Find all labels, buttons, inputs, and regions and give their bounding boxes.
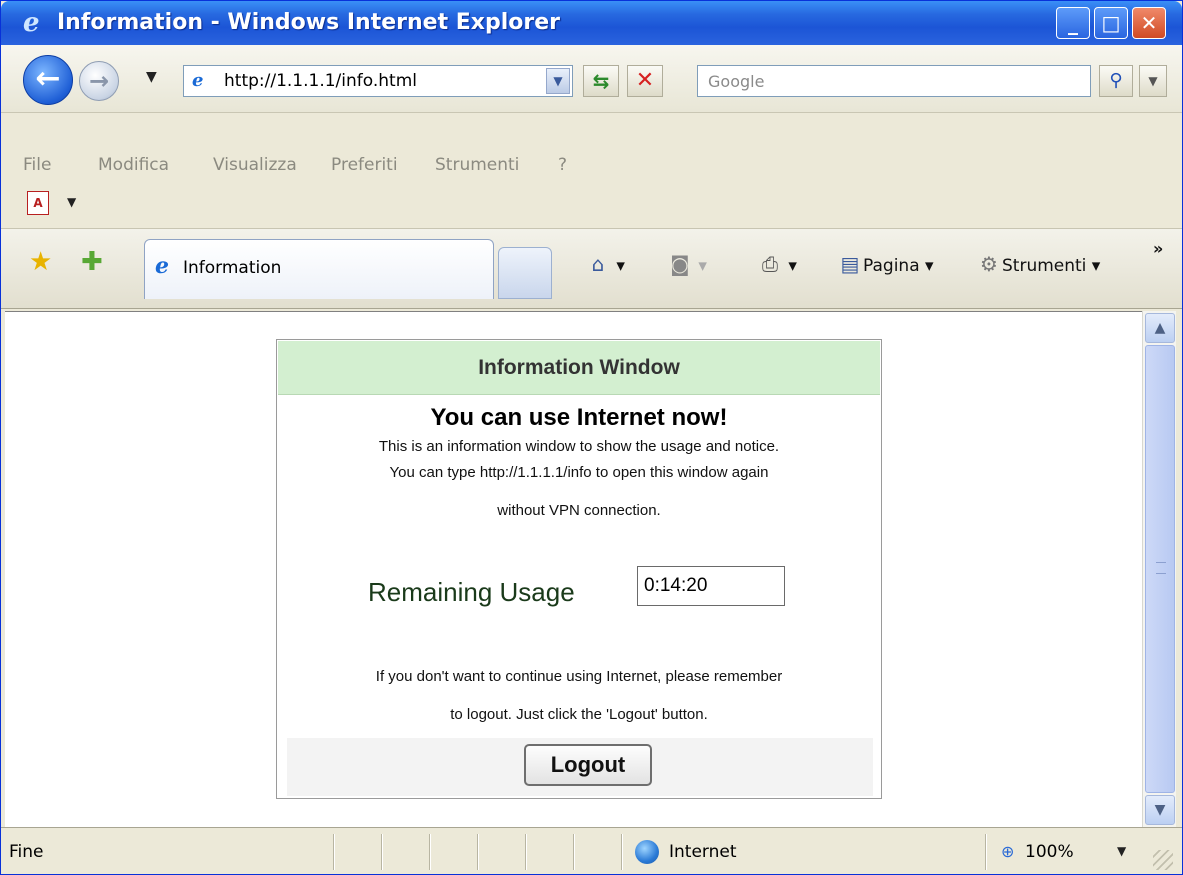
window-title: Information - Windows Internet Explorer (57, 10, 560, 35)
menu-help[interactable]: ? (558, 155, 567, 175)
chevron-up-icon: ▲ (1154, 320, 1166, 336)
close-icon: ✕ (1140, 11, 1158, 35)
forward-icon: → (88, 67, 110, 95)
search-icon: ⚲ (1109, 70, 1123, 91)
print-button[interactable]: ⎙ ▾ (757, 251, 797, 279)
history-dropdown-icon[interactable]: ▼ (146, 69, 157, 85)
information-window: Information Window You can use Internet … (276, 339, 882, 799)
information-title: Information Window (478, 356, 680, 379)
address-bar[interactable]: e http://1.1.1.1/info.html ▼ (183, 65, 573, 97)
favorites-star-icon[interactable]: ★ (29, 247, 52, 277)
back-icon: ← (35, 61, 61, 96)
chevron-down-icon: ▼ (1148, 74, 1158, 88)
security-zone-label[interactable]: Internet (669, 842, 737, 862)
navigation-bar: ← → ▼ e http://1.1.1.1/info.html ▼ ⇆ ✕ G… (1, 45, 1182, 113)
scroll-grip-icon (1156, 562, 1166, 574)
info-line-2: You can type http://1.1.1.1/info to open… (389, 464, 769, 481)
pdf-dropdown-icon[interactable]: ▼ (67, 195, 76, 209)
zoom-dropdown-icon[interactable]: ▼ (1117, 844, 1126, 858)
print-icon: ⎙ (762, 252, 778, 276)
refresh-button[interactable]: ⇆ (583, 65, 619, 97)
scroll-thumb[interactable] (1145, 345, 1175, 793)
status-divider (333, 834, 335, 870)
close-button[interactable]: ✕ (1132, 7, 1166, 39)
page-menu[interactable]: ▤ Pagina ▾ (837, 251, 934, 279)
status-divider (573, 834, 575, 870)
stop-button[interactable]: ✕ (627, 65, 663, 97)
vertical-scrollbar[interactable]: ▲ ▼ (1142, 311, 1176, 827)
add-favorites-icon[interactable]: ✚ (81, 247, 103, 277)
chevron-down-icon: ▼ (1154, 802, 1166, 818)
menu-visualizza[interactable]: Visualizza (213, 155, 297, 175)
forward-button[interactable]: → (79, 61, 119, 101)
button-area: Logout (287, 738, 873, 796)
browser-window: e Information - Windows Internet Explore… (0, 0, 1183, 875)
tools-gear-icon: ⚙ (980, 252, 998, 276)
feeds-button[interactable]: ◙ ▾ (667, 251, 707, 279)
status-divider (429, 834, 431, 870)
status-divider (525, 834, 527, 870)
more-commands-icon[interactable]: » (1153, 239, 1163, 258)
tab-label: Information (183, 258, 282, 278)
back-button[interactable]: ← (23, 55, 73, 105)
address-input[interactable]: http://1.1.1.1/info.html (224, 71, 417, 91)
status-bar: Fine Internet ⊕ 100% ▼ (1, 827, 1182, 874)
remaining-usage-field[interactable]: 0:14:20 (637, 566, 785, 606)
minimize-button[interactable]: _ (1056, 7, 1090, 39)
zoom-level[interactable]: 100% (1025, 842, 1074, 862)
notice-line-2: to logout. Just click the 'Logout' butto… (450, 706, 708, 723)
info-line-3: without VPN connection. (497, 502, 661, 519)
search-box[interactable]: Google (697, 65, 1091, 97)
feeds-icon: ◙ (670, 252, 690, 276)
zoom-icon[interactable]: ⊕ (1001, 842, 1014, 861)
maximize-icon: □ (1101, 11, 1121, 35)
information-header: Information Window (278, 341, 880, 395)
maximize-button[interactable]: □ (1094, 7, 1128, 39)
home-button[interactable]: ⌂ ▾ (585, 251, 625, 279)
address-dropdown-icon[interactable]: ▼ (546, 68, 570, 94)
search-button[interactable]: ⚲ (1099, 65, 1133, 97)
tab-bar: ★ ✚ e Information ⌂ ▾ ◙ ▾ ⎙ ▾ ▤ Pagina ▾ … (1, 229, 1182, 309)
resize-grip-icon[interactable] (1153, 850, 1173, 870)
page-menu-label: Pagina (863, 256, 920, 276)
menu-file[interactable]: File (23, 155, 51, 175)
search-input[interactable]: Google (708, 72, 764, 91)
scroll-up-button[interactable]: ▲ (1145, 313, 1175, 343)
home-icon: ⌂ (591, 252, 605, 276)
status-divider (621, 834, 623, 870)
info-line-1: This is an information window to show th… (378, 438, 780, 455)
logout-button[interactable]: Logout (524, 744, 652, 786)
title-bar[interactable]: e Information - Windows Internet Explore… (1, 1, 1182, 45)
refresh-icon: ⇆ (592, 69, 610, 93)
ie-logo-icon: e (23, 8, 40, 38)
page-icon: ▤ (840, 252, 860, 276)
menu-preferiti[interactable]: Preferiti (331, 155, 398, 175)
notice-line-1: If you don't want to continue using Inte… (375, 668, 783, 685)
menu-modifica[interactable]: Modifica (98, 155, 169, 175)
menu-strumenti[interactable]: Strumenti (435, 155, 519, 175)
internet-globe-icon (635, 840, 659, 864)
ie-tab-icon: e (155, 253, 169, 279)
page-content: Information Window You can use Internet … (5, 311, 1142, 827)
stop-icon: ✕ (635, 68, 655, 93)
status-text: Fine (9, 842, 44, 862)
menu-bar: File Modifica Visualizza Preferiti Strum… (1, 113, 1182, 229)
tab-information[interactable]: e Information (144, 239, 494, 299)
status-divider (381, 834, 383, 870)
scroll-down-button[interactable]: ▼ (1145, 795, 1175, 825)
tools-menu-label: Strumenti (1002, 256, 1087, 276)
new-tab-button[interactable] (498, 247, 552, 299)
remaining-usage-label: Remaining Usage (368, 577, 575, 607)
minimize-icon: _ (1068, 11, 1078, 35)
status-divider (477, 834, 479, 870)
status-divider (985, 834, 987, 870)
pdf-icon[interactable]: A (27, 191, 49, 215)
tools-menu[interactable]: ⚙ Strumenti ▾ (976, 251, 1100, 279)
search-options-dropdown[interactable]: ▼ (1139, 65, 1167, 97)
ie-page-icon: e (192, 70, 204, 91)
headline: You can use Internet now! (430, 404, 728, 431)
